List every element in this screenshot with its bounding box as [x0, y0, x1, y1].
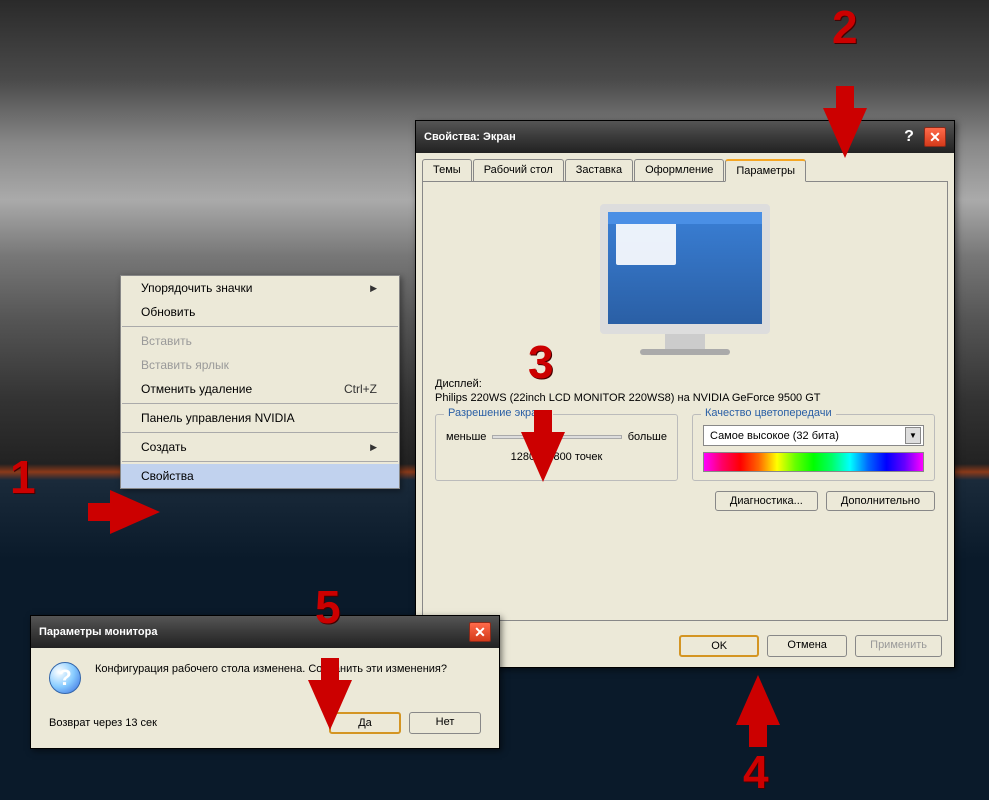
monitor-screen-icon	[600, 204, 770, 334]
window-title: Свойства: Экран	[424, 131, 516, 143]
resolution-group: Разрешение экрана меньше больше 1280 на …	[435, 414, 678, 481]
color-quality-group: Качество цветопередачи Самое высокое (32…	[692, 414, 935, 481]
color-preview-bar	[703, 452, 924, 472]
yes-button[interactable]: Да	[329, 712, 401, 734]
resolution-legend: Разрешение экрана	[444, 407, 553, 419]
ctx-refresh[interactable]: Обновить	[121, 300, 399, 324]
color-quality-selected: Самое высокое (32 бита)	[710, 430, 839, 442]
ctx-properties[interactable]: Свойства	[121, 464, 399, 488]
display-properties-window: Свойства: Экран ? ✕ Темы Рабочий стол За…	[415, 120, 955, 668]
color-quality-select[interactable]: Самое высокое (32 бита) ▼	[703, 425, 924, 446]
resolution-value: 1280 на 800 точек	[446, 451, 667, 463]
ctx-item-label: Отменить удаление	[141, 382, 252, 396]
display-value: Philips 220WS (22inch LCD MONITOR 220WS8…	[435, 392, 935, 404]
titlebar[interactable]: Свойства: Экран ? ✕	[416, 121, 954, 153]
annotation-number-1: 1	[10, 450, 36, 504]
tab-screensaver[interactable]: Заставка	[565, 159, 633, 181]
annotation-arrow-4	[736, 675, 780, 725]
menu-separator	[122, 326, 398, 327]
advanced-button[interactable]: Дополнительно	[826, 491, 935, 511]
desktop-context-menu[interactable]: Упорядочить значки ▶ Обновить Вставить В…	[120, 275, 400, 489]
ctx-paste-shortcut: Вставить ярлык	[121, 353, 399, 377]
color-quality-legend: Качество цветопередачи	[701, 407, 836, 419]
apply-button: Применить	[855, 635, 942, 657]
countdown-text: Возврат через 13 сек	[49, 717, 157, 729]
ctx-item-label: Создать	[141, 440, 187, 454]
chevron-down-icon: ▼	[905, 427, 921, 444]
no-button[interactable]: Нет	[409, 712, 481, 734]
confirm-message: Конфигурация рабочего стола изменена. Со…	[95, 662, 447, 677]
close-button[interactable]: ✕	[469, 622, 491, 642]
annotation-arrow-1	[110, 490, 160, 534]
ctx-nvidia-panel[interactable]: Панель управления NVIDIA	[121, 406, 399, 430]
cancel-button[interactable]: Отмена	[767, 635, 847, 657]
tab-appearance[interactable]: Оформление	[634, 159, 724, 181]
annotation-number-2: 2	[832, 0, 858, 54]
ctx-paste: Вставить	[121, 329, 399, 353]
tab-body: Дисплей: Philips 220WS (22inch LCD MONIT…	[422, 181, 948, 621]
annotation-number-4: 4	[743, 745, 769, 799]
resolution-slider[interactable]	[492, 435, 621, 439]
troubleshoot-button[interactable]: Диагностика...	[715, 491, 818, 511]
menu-separator	[122, 403, 398, 404]
tab-themes[interactable]: Темы	[422, 159, 472, 181]
ctx-item-label: Панель управления NVIDIA	[141, 411, 295, 425]
menu-separator	[122, 461, 398, 462]
ctx-undo-delete[interactable]: Отменить удаление Ctrl+Z	[121, 377, 399, 401]
ctx-shortcut: Ctrl+Z	[344, 382, 377, 396]
ctx-item-label: Вставить ярлык	[141, 358, 229, 372]
slider-more-label: больше	[628, 431, 667, 443]
ctx-item-label: Упорядочить значки	[141, 281, 253, 295]
ctx-arrange-icons[interactable]: Упорядочить значки ▶	[121, 276, 399, 300]
tab-desktop[interactable]: Рабочий стол	[473, 159, 564, 181]
tabs-row: Темы Рабочий стол Заставка Оформление Па…	[416, 153, 954, 181]
menu-separator	[122, 432, 398, 433]
question-icon: ?	[49, 662, 81, 694]
help-button[interactable]: ?	[898, 127, 920, 147]
ok-button[interactable]: OK	[679, 635, 759, 657]
monitor-preview	[435, 204, 935, 358]
monitor-settings-confirm-dialog: Параметры монитора ✕ ? Конфигурация рабо…	[30, 615, 500, 749]
ctx-item-label: Вставить	[141, 334, 192, 348]
ctx-item-label: Свойства	[141, 469, 194, 483]
monitor-base-icon	[640, 349, 730, 355]
window-title: Параметры монитора	[39, 626, 157, 638]
titlebar[interactable]: Параметры монитора ✕	[31, 616, 499, 648]
close-button[interactable]: ✕	[924, 127, 946, 147]
submenu-arrow-icon: ▶	[370, 442, 377, 453]
slider-thumb[interactable]	[538, 429, 549, 449]
submenu-arrow-icon: ▶	[370, 283, 377, 294]
ctx-new[interactable]: Создать ▶	[121, 435, 399, 459]
slider-less-label: меньше	[446, 431, 486, 443]
monitor-stand-icon	[665, 334, 705, 349]
ctx-item-label: Обновить	[141, 305, 195, 319]
tab-settings[interactable]: Параметры	[725, 159, 806, 182]
display-label: Дисплей:	[435, 378, 935, 390]
